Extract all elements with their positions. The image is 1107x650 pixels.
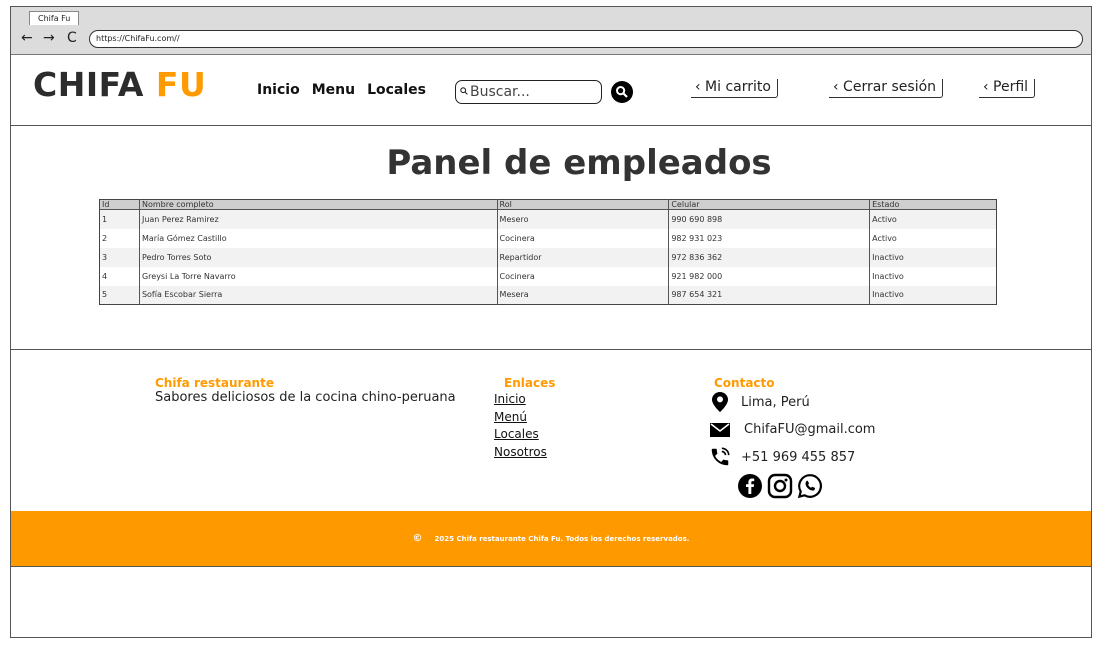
logo-text-main: CHIFA <box>33 65 144 104</box>
table-row[interactable]: 2 María Gómez Castillo Cocinera 982 931 … <box>99 228 997 248</box>
copyright-icon: © <box>412 533 423 544</box>
cell-role: Mesero <box>496 209 669 229</box>
column-header-name: Nombre completo <box>138 199 498 210</box>
footer-about-title: Chifa restaurante <box>155 376 274 390</box>
footer-about: Chifa restaurante Sabores deliciosos de … <box>155 376 456 405</box>
page-title: Panel de empleados <box>386 143 772 183</box>
magnifier-icon <box>616 86 628 98</box>
nav-item-inicio[interactable]: Inicio <box>257 82 300 98</box>
cell-phone: 982 931 023 <box>668 228 870 248</box>
reload-button[interactable]: C <box>67 29 77 47</box>
whatsapp-icon[interactable] <box>797 473 823 499</box>
table-row[interactable]: 3 Pedro Torres Soto Repartidor 972 836 3… <box>99 247 997 267</box>
cell-name: Juan Perez Ramirez <box>138 209 498 229</box>
phone-icon <box>709 446 731 468</box>
column-header-role: Rol <box>496 199 669 210</box>
browser-tab[interactable]: Chifa Fu <box>29 11 80 25</box>
main-nav: Inicio Menu Locales <box>257 82 426 98</box>
footer-about-text: Sabores deliciosos de la cocina chino-pe… <box>155 390 456 405</box>
cell-status: Activo <box>869 209 997 229</box>
cell-phone: 972 836 362 <box>668 247 870 267</box>
cell-name: Sofía Escobar Sierra <box>138 285 498 305</box>
forward-button[interactable]: → <box>43 29 55 47</box>
cell-id: 2 <box>99 228 140 248</box>
table-row[interactable]: 1 Juan Perez Ramirez Mesero 990 690 898 … <box>99 209 997 229</box>
cell-name: María Gómez Castillo <box>138 228 498 248</box>
column-header-phone: Celular <box>668 199 870 210</box>
cell-role: Mesera <box>496 285 669 305</box>
footer-link-nosotros[interactable]: Nosotros <box>494 444 555 462</box>
cell-id: 1 <box>99 209 140 229</box>
search-icon <box>460 86 468 98</box>
envelope-icon <box>709 422 731 437</box>
nav-item-menu[interactable]: Menu <box>312 82 355 98</box>
employees-table: Id Nombre completo Rol Celular Estado 1 … <box>99 199 997 305</box>
search-input[interactable] <box>470 84 595 100</box>
cell-status: Activo <box>869 228 997 248</box>
footer-contact-title: Contacto <box>714 376 775 390</box>
social-links <box>737 473 823 499</box>
contact-location: Lima, Perú <box>709 392 810 412</box>
column-header-id: Id <box>99 199 140 210</box>
cart-button[interactable]: ‹ Mi carrito <box>691 79 778 98</box>
logout-button[interactable]: ‹ Cerrar sesión <box>829 79 944 98</box>
footer-links: Enlaces Inicio Menú Locales Nosotros <box>494 376 555 461</box>
footer-link-locales[interactable]: Locales <box>494 426 555 444</box>
cell-name: Greysi La Torre Navarro <box>138 266 498 286</box>
table-row[interactable]: 4 Greysi La Torre Navarro Cocinera 921 9… <box>99 266 997 286</box>
cell-id: 5 <box>99 285 140 305</box>
cell-role: Cocinera <box>496 228 669 248</box>
address-bar[interactable]: https://ChifaFu.com// <box>89 30 1083 48</box>
profile-button[interactable]: ‹ Perfil <box>979 79 1036 98</box>
contact-location-text: Lima, Perú <box>741 394 810 410</box>
browser-window: Chifa Fu ← → C https://ChifaFu.com// CHI… <box>10 6 1092 638</box>
footer-contact-title-wrap: Contacto <box>714 376 775 390</box>
table-header-row: Id Nombre completo Rol Celular Estado <box>99 199 997 210</box>
footer-links-title: Enlaces <box>504 376 556 390</box>
cell-status: Inactivo <box>869 285 997 305</box>
cell-name: Pedro Torres Soto <box>138 247 498 267</box>
cell-phone: 987 654 321 <box>668 285 870 305</box>
contact-email-text[interactable]: ChifaFU@gmail.com <box>744 422 875 437</box>
cell-phone: 990 690 898 <box>668 209 870 229</box>
table-row[interactable]: 5 Sofía Escobar Sierra Mesera 987 654 32… <box>99 285 997 305</box>
cell-role: Repartidor <box>496 247 669 267</box>
search-button[interactable] <box>611 81 633 103</box>
search-box <box>455 80 602 104</box>
cell-id: 4 <box>99 266 140 286</box>
browser-chrome: Chifa Fu ← → C https://ChifaFu.com// <box>11 7 1091 55</box>
copyright-bar: © 2025 Chifa restaurante Chifa Fu. Todos… <box>11 511 1091 567</box>
logo-text-accent: FU <box>155 65 207 104</box>
column-header-status: Estado <box>869 199 997 210</box>
copyright-text: 2025 Chifa restaurante Chifa Fu. Todos l… <box>434 534 690 543</box>
facebook-icon[interactable] <box>737 473 763 499</box>
cell-status: Inactivo <box>869 247 997 267</box>
instagram-icon[interactable] <box>767 473 793 499</box>
site-logo[interactable]: CHIFA FU <box>33 65 206 104</box>
location-pin-icon <box>709 392 731 412</box>
cell-phone: 921 982 000 <box>668 266 870 286</box>
contact-phone: +51 969 455 857 <box>709 446 855 468</box>
nav-item-locales[interactable]: Locales <box>367 82 426 98</box>
footer-link-menu[interactable]: Menú <box>494 409 555 427</box>
cell-role: Cocinera <box>496 266 669 286</box>
site-header: CHIFA FU Inicio Menu Locales ‹ Mi carrit… <box>11 55 1091 126</box>
contact-email: ChifaFU@gmail.com <box>709 422 875 437</box>
contact-phone-text: +51 969 455 857 <box>741 449 856 465</box>
cell-id: 3 <box>99 247 140 267</box>
back-button[interactable]: ← <box>21 29 33 47</box>
site-footer: Chifa restaurante Sabores deliciosos de … <box>11 349 1091 511</box>
footer-link-inicio[interactable]: Inicio <box>494 391 555 409</box>
cell-status: Inactivo <box>869 266 997 286</box>
